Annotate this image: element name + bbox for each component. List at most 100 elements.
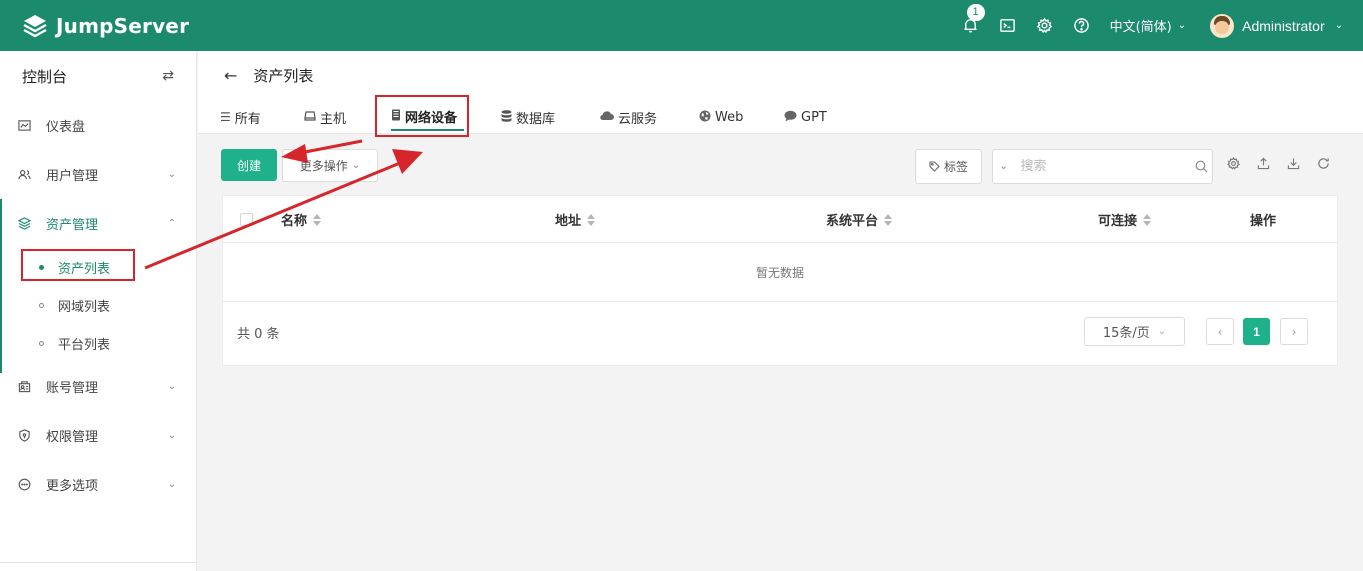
column-header-platform[interactable]: 系统平台 [826,210,893,229]
column-header-name[interactable]: 名称 [281,210,322,229]
page-size-label: 15条/页 [1102,326,1150,341]
sort-icon[interactable] [884,213,893,226]
chevron-down-icon: ⌄ [351,160,361,171]
page-title: 资产列表 [253,67,314,85]
sidebar-header: 控制台 ⇄ [0,51,196,101]
column-settings-gear-icon[interactable] [1227,157,1241,171]
column-header-address[interactable]: 地址 [555,210,596,229]
chevron-down-icon: ⌄ [1157,326,1167,337]
import-upload-icon[interactable] [1257,157,1271,171]
column-header-label: 系统平台 [826,214,879,229]
search-icon[interactable] [1191,160,1213,173]
sort-icon[interactable] [313,213,322,226]
create-button[interactable]: 创建 [221,149,277,181]
dashboard-icon [18,119,32,133]
sort-icon[interactable] [1143,213,1152,226]
sidebar-item-label: 更多选项 [46,479,99,494]
tab-label: GPT [801,109,827,125]
back-arrow-icon[interactable]: ← [224,66,237,85]
tab-database[interactable]: 数据库 [501,103,599,131]
notification-button[interactable]: 1 [962,3,985,35]
column-header-label: 地址 [555,214,582,229]
prev-page-button[interactable]: ‹ [1206,318,1234,345]
sidebar-item-permissions[interactable]: 权限管理 ⌄ [0,411,196,460]
column-header-connectivity[interactable]: 可连接 [1098,210,1152,229]
search-field-selector[interactable]: ⌄ [993,161,1015,172]
tag-icon [929,161,940,172]
chevron-down-icon: ⌄ [167,479,176,490]
question-icon [1074,18,1089,33]
empty-state: 暂无数据 [223,243,1337,302]
column-header-label: 名称 [281,214,308,229]
chevron-up-icon: ⌃ [167,218,176,229]
list-icon: ☰ [220,110,231,124]
sidebar-item-label: 用户管理 [46,169,99,184]
shield-icon [18,428,32,443]
avatar [1210,13,1235,38]
page-header: ← 资产列表 ☰ 所有 主机 网络设备 数据库 云服务 Web GPT [198,51,1363,134]
tab-web[interactable]: Web [699,103,784,131]
next-page-button[interactable]: › [1280,318,1308,345]
chevron-down-icon: ⌄ [1177,20,1187,31]
column-header-actions: 操作 [1250,210,1276,229]
tab-label: Web [715,109,744,125]
sidebar-item-label: 仪表盘 [46,120,86,135]
search-input[interactable] [1014,159,1191,174]
sidebar-subitem-label: 平台列表 [58,337,111,353]
assets-icon [18,216,32,231]
sidebar-subitem-zone-list[interactable]: 网域列表 [0,286,196,324]
export-download-icon[interactable] [1287,157,1301,171]
page-size-select[interactable]: 15条/页 ⌄ [1084,317,1185,346]
sidebar-divider [0,562,197,563]
brand-logo[interactable]: JumpServer [22,13,189,39]
terminal-icon [1000,19,1015,32]
globe-icon [699,110,711,125]
tab-cloud[interactable]: 云服务 [599,103,699,131]
sidebar-item-assets[interactable]: 资产管理 ⌃ [0,199,196,248]
top-navbar: JumpServer 1 中文(简体) ⌄ Administrator ⌄ [0,0,1363,51]
jumpserver-logo-icon [23,14,47,37]
chevron-left-icon: ‹ [1217,324,1223,339]
tab-label: 主机 [320,111,347,127]
more-icon [18,478,32,492]
sidebar-item-more[interactable]: 更多选项 ⌄ [0,460,196,509]
tab-gpt[interactable]: GPT [784,103,854,131]
sidebar-item-label: 账号管理 [46,381,99,396]
tag-filter-button[interactable]: 标签 [915,149,982,184]
table-footer: 共 0 条 15条/页 ⌄ ‹ 1 › [223,302,1337,365]
user-menu[interactable]: Administrator ⌄ [1210,13,1343,38]
refresh-icon[interactable] [1317,157,1331,171]
sidebar-subitem-platform-list[interactable]: 平台列表 [0,324,196,362]
column-header-label: 可连接 [1098,214,1138,229]
tab-all[interactable]: ☰ 所有 [220,103,304,131]
table-header: 名称 地址 系统平台 可连接 操作 [223,196,1337,243]
web-terminal-button[interactable] [999,17,1017,35]
asset-table: 名称 地址 系统平台 可连接 操作 暂无数据 共 0 条 15条/页 ⌄ ‹ 1 [222,195,1338,366]
bullet-icon [39,340,44,346]
sidebar-item-accounts[interactable]: 账号管理 ⌄ [0,362,196,411]
more-actions-label: 更多操作 [299,159,348,173]
sort-icon[interactable] [587,213,596,226]
gear-icon [1036,17,1053,34]
help-button[interactable] [1073,17,1091,35]
chat-icon [784,110,797,125]
more-actions-dropdown[interactable]: 更多操作 ⌄ [282,149,378,182]
settings-button[interactable] [1036,17,1054,35]
chevron-down-icon: ⌄ [167,169,176,180]
column-header-label: 操作 [1250,214,1277,229]
swap-icon[interactable]: ⇄ [162,68,174,84]
sidebar-item-users[interactable]: 用户管理 ⌄ [0,150,196,199]
total-count: 共 0 条 [237,327,280,342]
tag-label: 标签 [943,160,968,174]
language-selector[interactable]: 中文(简体) ⌄ [1110,16,1187,35]
sidebar-item-dashboard[interactable]: 仪表盘 [0,101,196,150]
host-icon [304,110,316,125]
sidebar-title: 控制台 [22,67,68,86]
page-number-current[interactable]: 1 [1243,318,1270,345]
brand-name: JumpServer [56,13,190,38]
tab-label: 云服务 [618,111,658,127]
highlight-box-asset-list [21,249,135,281]
users-icon [18,168,32,182]
sidebar-item-label: 权限管理 [46,430,99,445]
select-all-checkbox[interactable] [240,213,253,226]
